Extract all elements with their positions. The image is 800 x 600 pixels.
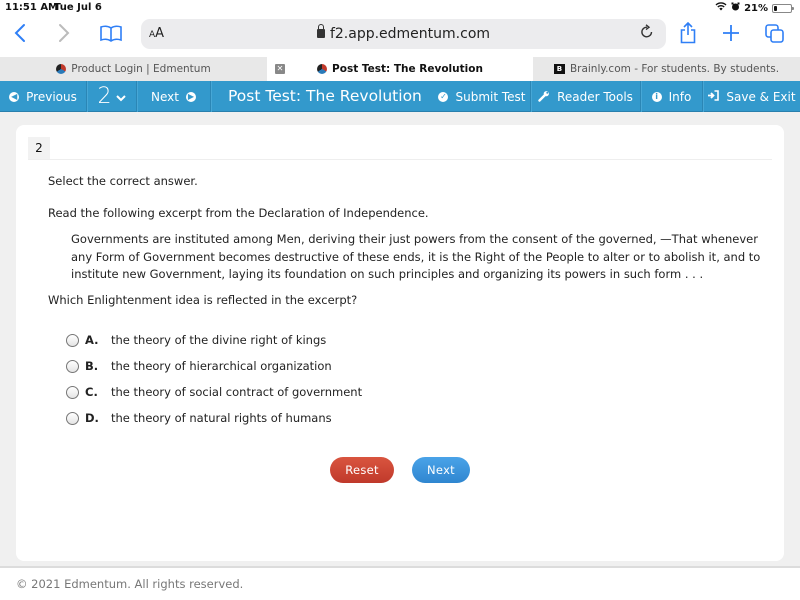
option-letter: D. [85,411,99,425]
info-label: Info [668,89,692,104]
instruction-text: Select the correct answer. [48,174,198,188]
sign-out-icon [707,90,720,103]
option-a[interactable]: A. the theory of the divine right of kin… [66,327,362,353]
save-exit-button[interactable]: Save & Exit [703,81,800,112]
reader-tools-label: Reader Tools [557,89,633,104]
question-prompt: Which Enlightenment idea is reflected in… [48,293,358,307]
url-display[interactable]: f2.app.edmentum.com [141,24,666,42]
radio-button[interactable] [66,385,79,399]
option-text: the theory of natural rights of humans [111,411,332,425]
option-b[interactable]: B. the theory of hierarchical organizati… [66,353,362,379]
brainly-favicon-icon: B [553,64,565,74]
option-text: the theory of hierarchical organization [111,359,332,373]
excerpt-text: Governments are instituted among Men, de… [71,232,761,281]
battery-fill [774,5,777,11]
next-label: Next [151,89,179,104]
status-time: 11:51 AM [5,2,59,13]
info-circle-icon: i [651,91,662,102]
status-bar: 11:51 AM Tue Jul 6 21% [0,0,800,16]
option-text: the theory of social contract of governm… [111,385,363,399]
wifi-icon [715,2,727,14]
url-text: f2.app.edmentum.com [329,26,491,42]
tab-post-test[interactable]: ✕ Post Test: The Revolution [267,57,533,81]
info-button[interactable]: i Info [641,81,703,112]
next-nav-button[interactable]: Next ▶ [137,81,211,112]
option-d[interactable]: D. the theory of natural rights of human… [66,405,362,431]
address-bar[interactable]: AA f2.app.edmentum.com [141,19,666,49]
browser-toolbar: AA f2.app.edmentum.com [0,16,800,54]
test-title: Post Test: The Revolution [228,87,422,105]
previous-button[interactable]: ◀ Previous [0,81,87,112]
status-date: Tue Jul 6 [54,2,102,13]
reset-button[interactable]: Reset [330,457,394,483]
question-selector[interactable]: 2 [87,81,137,112]
tab-label: Brainly.com - For students. By students. [569,63,780,75]
arrow-right-circle-icon: ▶ [185,91,196,102]
submit-test-button[interactable]: ✓ Submit Test [434,81,531,112]
footer-divider [0,566,800,568]
battery-percent: 21% [744,2,768,14]
tab-brainly[interactable]: B Brainly.com - For students. By student… [533,57,800,81]
submit-label: Submit Test [455,89,526,104]
arrow-left-circle-icon: ◀ [9,91,20,102]
option-c[interactable]: C. the theory of social contract of gove… [66,379,362,405]
question-number-tab: 2 [28,137,50,159]
close-tab-icon[interactable]: ✕ [275,64,285,74]
edmentum-favicon-icon [317,64,328,74]
status-right: 21% [715,2,794,14]
answer-options: A. the theory of the divine right of kin… [66,327,362,431]
tabs-overview-icon[interactable] [765,24,784,48]
question-number: 2 [97,84,112,109]
save-exit-label: Save & Exit [726,89,796,104]
reader-tools-button[interactable]: Reader Tools [531,81,641,112]
browser-tab-bar: Product Login | Edmentum ✕ Post Test: Th… [0,57,800,81]
back-icon[interactable] [14,23,26,48]
radio-button[interactable] [66,411,79,425]
option-letter: C. [85,385,98,399]
lock-icon [316,24,325,38]
new-tab-icon[interactable] [722,24,740,47]
next-button[interactable]: Next [412,457,470,483]
alarm-icon [731,2,740,14]
check-circle-icon: ✓ [438,91,449,102]
option-text: the theory of the divine right of kings [111,333,327,347]
copyright-text: © 2021 Edmentum. All rights reserved. [16,577,244,591]
tab-label: Post Test: The Revolution [332,63,483,75]
radio-button[interactable] [66,333,79,347]
wrench-icon [538,90,550,104]
tab-label: Product Login | Edmentum [71,63,211,75]
divider [28,159,772,160]
edmentum-favicon-icon [56,64,67,74]
lead-text: Read the following excerpt from the Decl… [48,206,429,220]
radio-button[interactable] [66,359,79,373]
bookmarks-icon[interactable] [100,25,122,47]
share-icon[interactable] [680,21,696,49]
test-navbar: ◀ Previous 2 Next ▶ Post Test: The Revol… [0,81,800,112]
reload-icon[interactable] [640,24,654,43]
previous-label: Previous [26,89,77,104]
forward-icon[interactable] [58,23,70,48]
question-card: 2 Select the correct answer. Read the fo… [16,125,784,561]
option-letter: A. [85,333,99,347]
tab-product-login[interactable]: Product Login | Edmentum [0,57,267,81]
battery-icon [772,3,794,13]
chevron-down-icon [115,92,126,105]
option-letter: B. [85,359,99,373]
